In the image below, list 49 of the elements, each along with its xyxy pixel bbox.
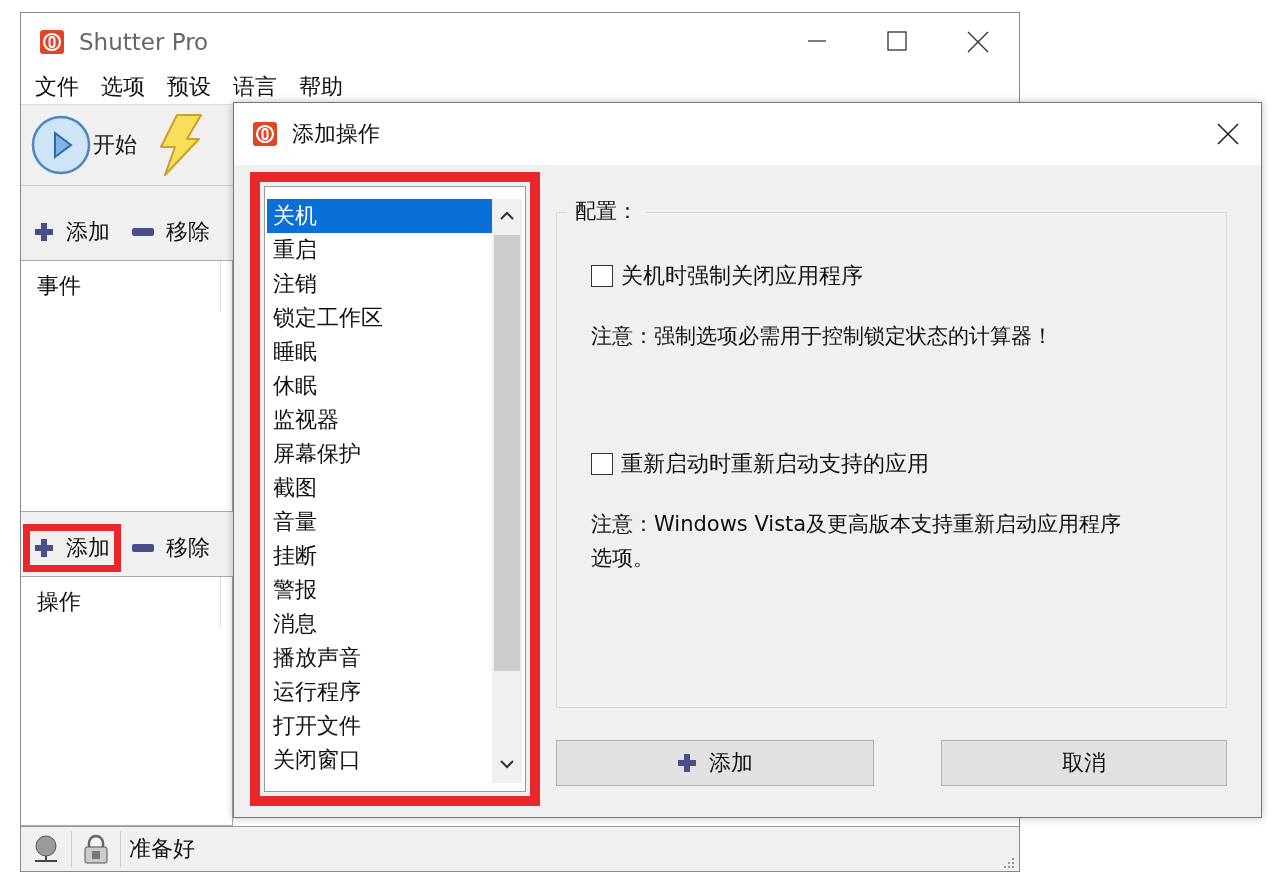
cancel-button[interactable]: 取消 — [941, 740, 1227, 786]
add-button[interactable]: 添加 — [23, 524, 121, 572]
plus-icon — [34, 538, 54, 558]
list-item[interactable]: 屏幕保护 — [267, 437, 492, 471]
column-header: 事件 — [21, 261, 221, 311]
list-item[interactable]: 运行程序 — [267, 675, 492, 709]
menu-item[interactable]: 文件 — [27, 72, 93, 102]
list-item[interactable]: 关闭窗口 — [267, 743, 492, 777]
list-item[interactable]: 注销 — [267, 267, 492, 301]
list-item[interactable]: 警报 — [267, 573, 492, 607]
list-item[interactable]: 截图 — [267, 471, 492, 505]
list-item[interactable]: 消息 — [267, 607, 492, 641]
note-text: 注意：强制选项必需用于控制锁定状态的计算器！ — [591, 323, 1054, 350]
checkbox-label[interactable]: 重新启动时重新启动支持的应用 — [621, 449, 929, 479]
minus-icon — [132, 228, 154, 236]
checkbox[interactable] — [591, 265, 613, 287]
plus-icon — [677, 753, 697, 773]
add-button[interactable]: 添加 — [556, 740, 874, 786]
list-item[interactable]: 睡眠 — [267, 335, 492, 369]
note-text: 注意：Windows Vista及更高版本支持重新启动应用程序选项。 — [591, 511, 1123, 572]
window-title: Shutter Pro — [79, 28, 209, 55]
menu-item[interactable]: 预设 — [159, 72, 225, 102]
start-button[interactable]: 开始 — [31, 115, 137, 175]
maximize-icon[interactable] — [887, 30, 907, 51]
menu-item[interactable]: 选项 — [93, 72, 159, 102]
checkbox-label[interactable]: 关机时强制关闭应用程序 — [621, 261, 863, 291]
list-item[interactable]: 关机 — [267, 199, 492, 233]
app-logo-icon — [39, 28, 65, 55]
play-icon — [31, 115, 91, 175]
close-icon[interactable] — [967, 30, 989, 53]
app-logo-icon — [252, 121, 278, 147]
dialog-title: 添加操作 — [292, 120, 380, 148]
checkbox[interactable] — [591, 453, 613, 475]
status-text: 准备好 — [128, 835, 195, 863]
list-item[interactable]: 休眠 — [267, 369, 492, 403]
minus-icon — [132, 544, 154, 552]
list-item[interactable]: 音量 — [267, 505, 492, 539]
menu-item[interactable]: 语言 — [225, 72, 291, 102]
list-item[interactable]: 播放声音 — [267, 641, 492, 675]
list-item[interactable]: 锁定工作区 — [267, 301, 492, 335]
close-icon[interactable] — [1217, 123, 1239, 145]
plus-icon — [34, 222, 54, 242]
list-item[interactable]: 重启 — [267, 233, 492, 267]
column-header: 操作 — [21, 577, 221, 627]
menu-item[interactable]: 帮助 — [291, 72, 357, 102]
list-item[interactable]: 监视器 — [267, 403, 492, 437]
list-item[interactable]: 打开文件 — [267, 709, 492, 743]
list-item[interactable]: 挂断 — [267, 539, 492, 573]
lock-icon — [82, 834, 110, 864]
